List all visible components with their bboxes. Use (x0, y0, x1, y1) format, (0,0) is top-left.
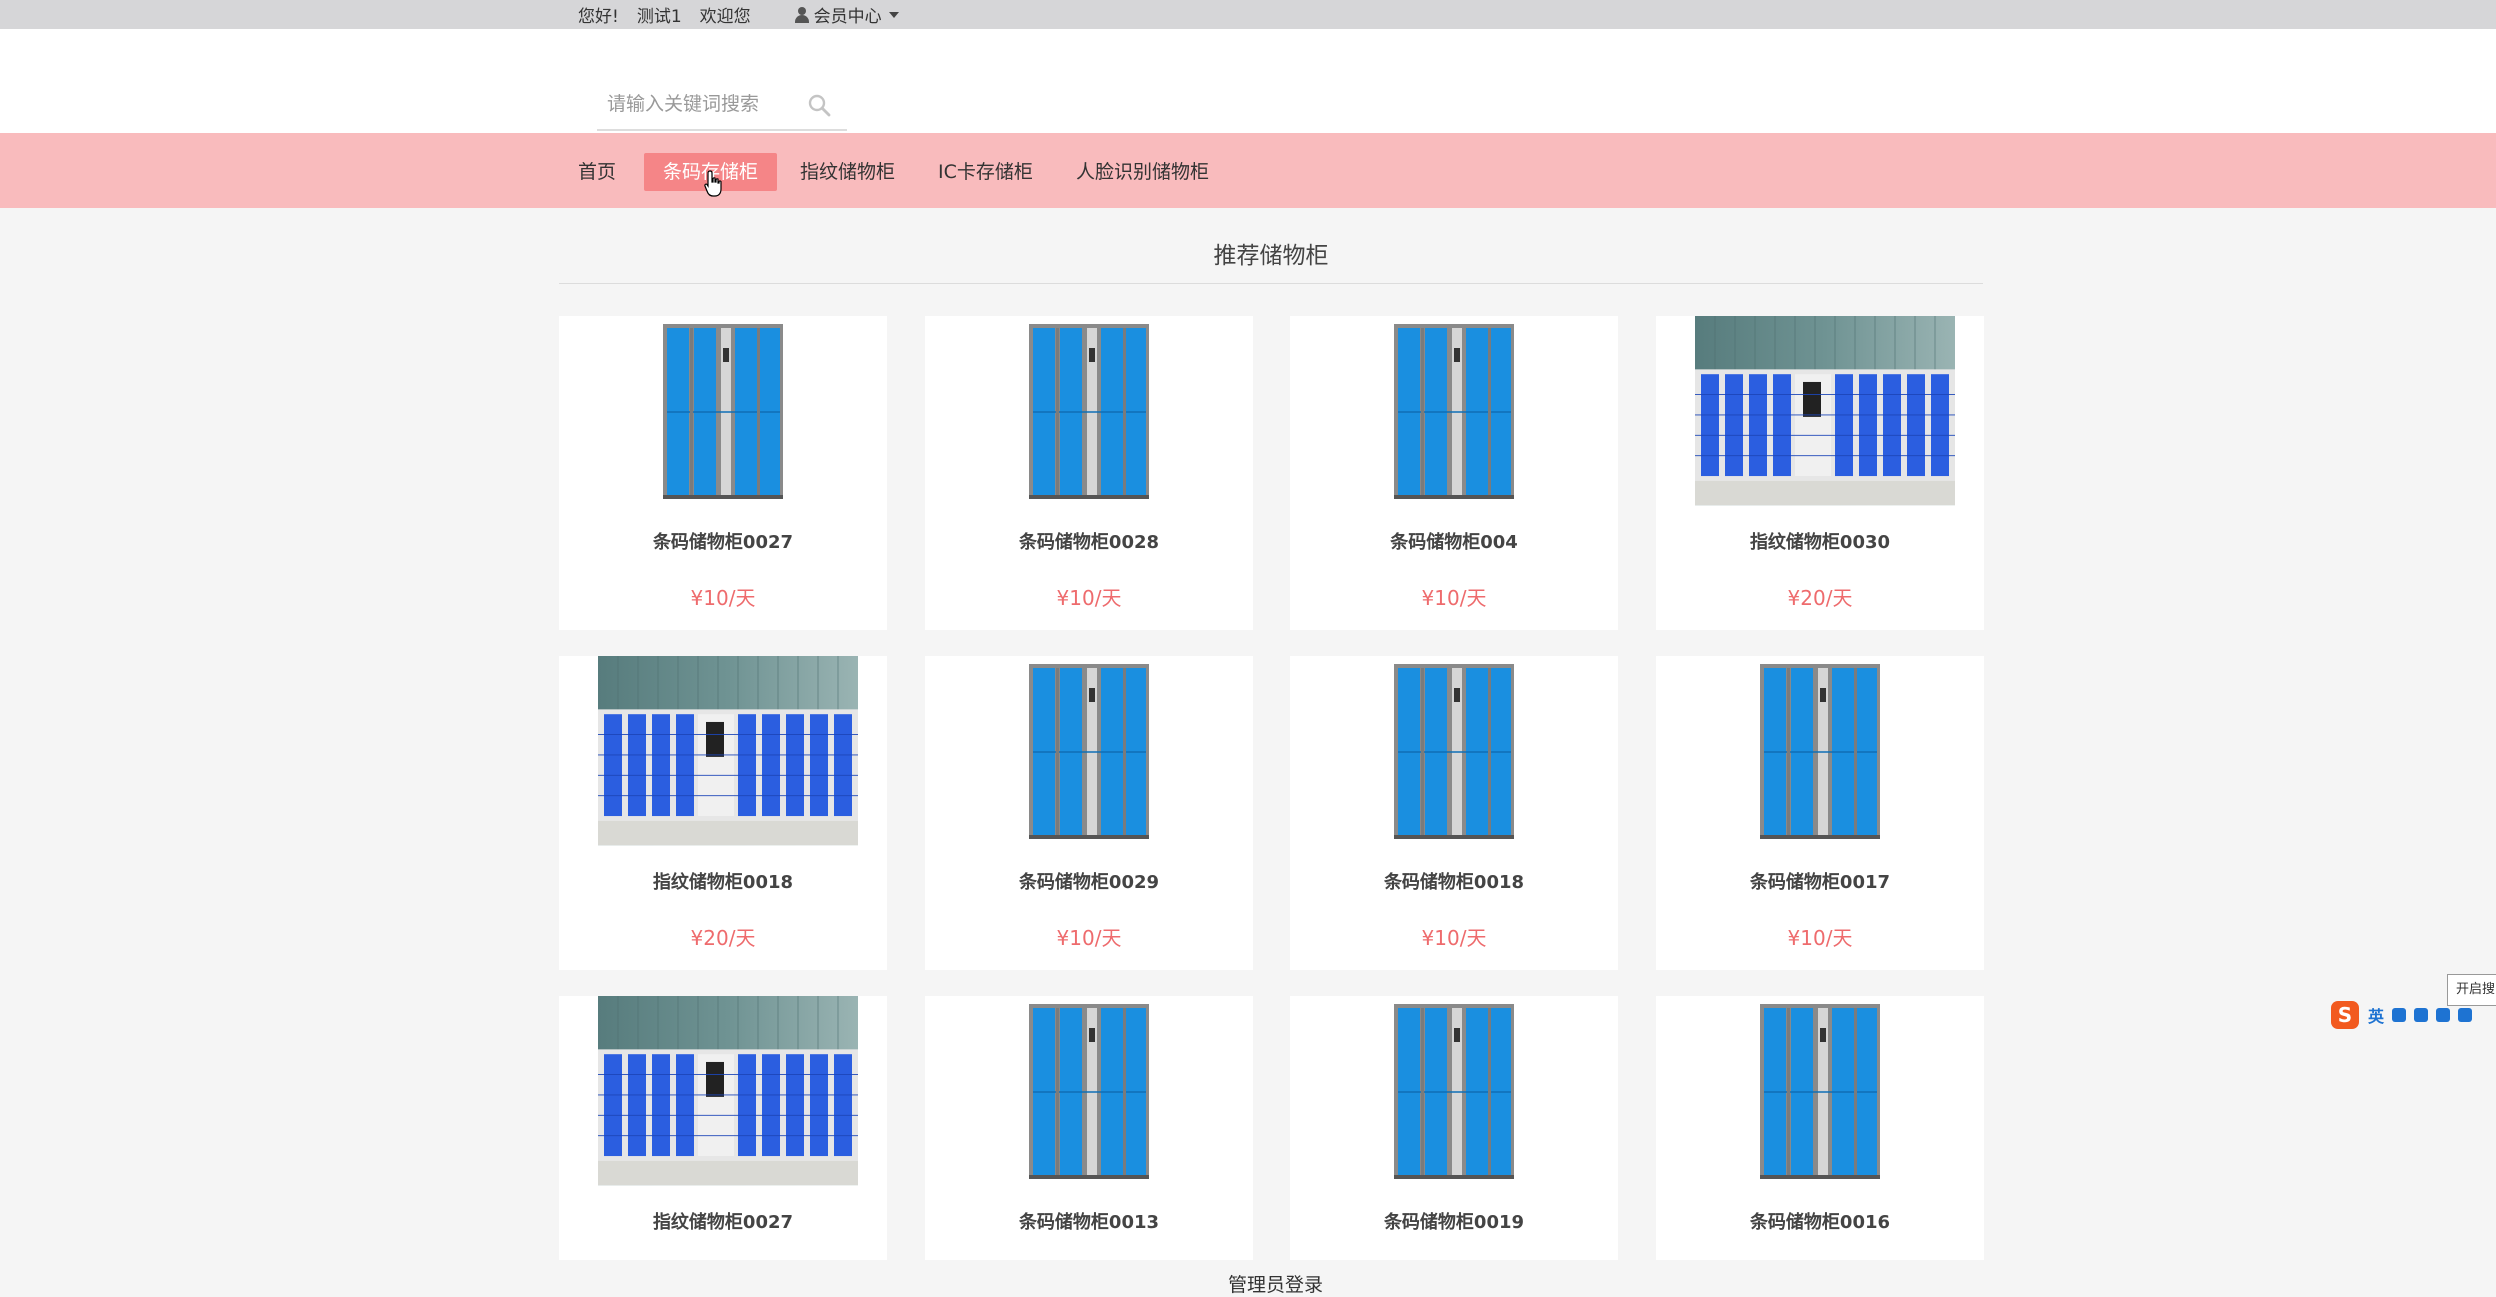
product-card[interactable]: 条码储物柜0019 (1290, 996, 1618, 1260)
product-price: ¥10/天 (1056, 586, 1122, 610)
product-price: ¥20/天 (690, 926, 756, 950)
product-card[interactable]: 条码储物柜0016 (1656, 996, 1984, 1260)
product-name[interactable]: 指纹储物柜0027 (559, 1208, 887, 1234)
product-price: ¥10/天 (1056, 926, 1122, 950)
product-name[interactable]: 条码储物柜0013 (925, 1208, 1253, 1234)
member-center-label: 会员中心 (813, 7, 882, 27)
product-card[interactable]: 条码储物柜0017 ¥10/天 (1656, 656, 1984, 970)
product-name[interactable]: 指纹储物柜0030 (1656, 528, 1984, 554)
product-card[interactable]: 条码储物柜0028 ¥10/天 (925, 316, 1253, 630)
product-name[interactable]: 条码储物柜0017 (1656, 868, 1984, 894)
product-card[interactable]: 条码储物柜0029 ¥10/天 (925, 656, 1253, 970)
product-name[interactable]: 条码储物柜0019 (1290, 1208, 1618, 1234)
locker-image[interactable] (1656, 316, 1984, 506)
locker-image[interactable] (559, 656, 887, 846)
microphone-icon[interactable] (2414, 1008, 2429, 1022)
product-card[interactable]: 条码储物柜0027 ¥10/天 (559, 316, 887, 630)
ime-mode-label[interactable]: 英 (2368, 1003, 2384, 1027)
header (0, 29, 2496, 133)
nav-item-fingerprint-locker[interactable]: 指纹储物柜 (800, 153, 895, 191)
caret-down-icon (888, 11, 899, 18)
locker-image[interactable] (1290, 656, 1618, 846)
product-name[interactable]: 条码储物柜0018 (1290, 868, 1618, 894)
locker-image[interactable] (1656, 996, 1984, 1186)
locker-image[interactable] (1290, 996, 1618, 1186)
product-card[interactable]: 条码储物柜0018 ¥10/天 (1290, 656, 1618, 970)
welcome-text: 欢迎您 (699, 7, 751, 27)
keyboard-icon[interactable] (2436, 1008, 2451, 1022)
locker-image[interactable] (925, 656, 1253, 846)
punctuation-icon[interactable] (2392, 1008, 2407, 1022)
hand-cursor-icon (704, 170, 722, 197)
product-name[interactable]: 条码储物柜004 (1290, 528, 1618, 554)
product-card[interactable]: 条码储物柜0013 (925, 996, 1253, 1260)
section-divider (559, 283, 1983, 284)
ime-toolbar[interactable]: S 英 (2330, 1000, 2496, 1030)
main-nav: 首页 条码存储柜 指纹储物柜 IC卡存储柜 人脸识别储物柜 (0, 133, 2496, 208)
product-card[interactable]: 条码储物柜004 ¥10/天 (1290, 316, 1618, 630)
locker-image[interactable] (1290, 316, 1618, 506)
product-price: ¥20/天 (1787, 586, 1853, 610)
nav-item-home[interactable]: 首页 (578, 153, 616, 191)
admin-login-link[interactable]: 管理员登录 (1228, 1270, 1323, 1297)
locker-image[interactable] (925, 996, 1253, 1186)
sogou-logo-icon[interactable]: S (2330, 1000, 2360, 1030)
locker-image[interactable] (925, 316, 1253, 506)
product-name[interactable]: 条码储物柜0027 (559, 528, 887, 554)
product-price: ¥10/天 (690, 586, 756, 610)
product-name[interactable]: 条码储物柜0016 (1656, 1208, 1984, 1234)
section-title: 推荐储物柜 (1213, 243, 1329, 269)
nav-item-ic-card-locker[interactable]: IC卡存储柜 (938, 153, 1033, 191)
member-center-dropdown[interactable]: 会员中心 (794, 2, 899, 27)
person-icon (794, 6, 809, 23)
product-name[interactable]: 条码储物柜0028 (925, 528, 1253, 554)
locker-image[interactable] (559, 316, 887, 506)
search-icon[interactable] (807, 93, 831, 117)
product-card[interactable]: 指纹储物柜0018 ¥20/天 (559, 656, 887, 970)
nav-item-face-recognition-locker[interactable]: 人脸识别储物柜 (1076, 153, 1209, 191)
username-link[interactable]: 测试1 (637, 2, 682, 27)
product-price: ¥10/天 (1421, 586, 1487, 610)
locker-image[interactable] (1656, 656, 1984, 846)
product-card[interactable]: 指纹储物柜0030 ¥20/天 (1656, 316, 1984, 630)
top-bar: 您好! 测试1 欢迎您 会员中心 (0, 0, 2496, 29)
search-box (597, 81, 847, 131)
product-card[interactable]: 指纹储物柜0027 (559, 996, 887, 1260)
product-name[interactable]: 指纹储物柜0018 (559, 868, 887, 894)
svg-text:S: S (2338, 1003, 2352, 1027)
skin-icon[interactable] (2458, 1008, 2473, 1022)
search-input[interactable] (607, 89, 797, 119)
product-price: ¥10/天 (1787, 926, 1853, 950)
locker-image[interactable] (559, 996, 887, 1186)
product-name[interactable]: 条码储物柜0029 (925, 868, 1253, 894)
greeting-text: 您好! (578, 7, 619, 27)
product-price: ¥10/天 (1421, 926, 1487, 950)
